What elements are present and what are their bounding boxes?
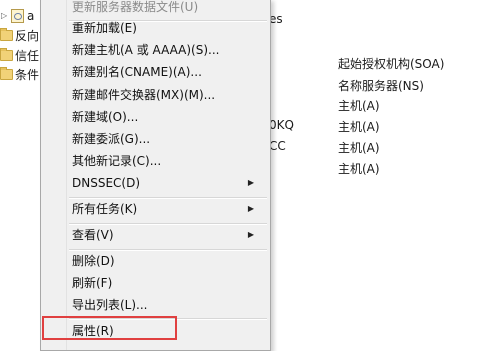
menu-item-reload[interactable]: 重新加载(E) xyxy=(72,17,262,39)
tree-item-label: a xyxy=(27,9,35,23)
menu-item-label: 新建主机(A 或 AAAA)(S)... xyxy=(72,43,220,57)
menu-item-export-list[interactable]: 导出列表(L)... xyxy=(72,294,262,316)
record-type: 主机(A) xyxy=(338,141,380,155)
record-type: 主机(A) xyxy=(338,120,380,134)
zone-icon xyxy=(11,9,24,23)
record-name-fragment: CC xyxy=(269,139,286,153)
record-name-fragment: 0KQ xyxy=(269,118,294,132)
tree-item-label: 反向 xyxy=(15,28,40,43)
menu-item-new-mail-exchanger[interactable]: 新建邮件交换器(MX)(M)... xyxy=(72,84,262,106)
menu-item-new-domain[interactable]: 新建域(O)... xyxy=(72,106,262,128)
menu-item-label: 其他新记录(C)... xyxy=(72,154,162,168)
folder-icon xyxy=(0,27,13,41)
record-type: 主机(A) xyxy=(338,162,380,176)
menu-item-other-new-records[interactable]: 其他新记录(C)... xyxy=(72,150,262,172)
tree-item-reverse-lookup[interactable]: 反向 xyxy=(0,25,39,45)
menu-item-label: 新建域(O)... xyxy=(72,110,139,124)
menu-item-delete[interactable]: 删除(D) xyxy=(72,250,262,272)
menu-item-label: 导出列表(L)... xyxy=(72,298,148,312)
menu-item-update-server-data-file[interactable]: 更新服务器数据文件(U) xyxy=(72,0,262,18)
properties-highlight-box xyxy=(42,316,177,340)
tree-item-zone[interactable]: ▷ a xyxy=(0,6,34,26)
menu-icon-gutter xyxy=(41,0,67,350)
console-tree: ▷ a 反向 信任 条件 xyxy=(0,0,40,347)
submenu-arrow-icon: ▶ xyxy=(247,230,254,239)
tree-item-label: 信任 xyxy=(15,48,40,63)
menu-item-label: 查看(V) xyxy=(72,228,114,242)
menu-item-label: DNSSEC(D) xyxy=(72,176,141,190)
column-header-fragment: es xyxy=(269,12,283,26)
menu-item-label: 新建别名(CNAME)(A)... xyxy=(72,65,202,79)
submenu-arrow-icon: ▶ xyxy=(247,204,254,213)
menu-item-dnssec[interactable]: DNSSEC(D) ▶ xyxy=(72,172,262,194)
context-menu: 更新服务器数据文件(U) 重新加载(E) 新建主机(A 或 AAAA)(S)..… xyxy=(40,0,271,351)
tree-item-trust-points[interactable]: 信任 xyxy=(0,45,39,65)
folder-icon xyxy=(0,47,13,61)
record-type: 主机(A) xyxy=(338,99,380,113)
menu-item-all-tasks[interactable]: 所有任务(K) ▶ xyxy=(72,198,262,220)
record-type: 名称服务器(NS) xyxy=(338,79,424,93)
menu-item-label: 新建委派(G)... xyxy=(72,132,151,146)
menu-item-new-alias[interactable]: 新建别名(CNAME)(A)... xyxy=(72,61,262,83)
submenu-arrow-icon: ▶ xyxy=(247,178,254,187)
tree-item-conditional-forwarders[interactable]: 条件 xyxy=(0,64,39,84)
tree-item-label: 条件 xyxy=(15,67,40,82)
menu-item-label: 刷新(F) xyxy=(72,276,113,290)
menu-item-new-host[interactable]: 新建主机(A 或 AAAA)(S)... xyxy=(72,39,262,61)
expand-arrow-icon[interactable]: ▷ xyxy=(1,11,9,21)
menu-item-label: 重新加载(E) xyxy=(72,21,137,35)
menu-item-label: 新建邮件交换器(MX)(M)... xyxy=(72,88,216,102)
menu-item-label: 所有任务(K) xyxy=(72,202,138,216)
menu-item-refresh[interactable]: 刷新(F) xyxy=(72,272,262,294)
menu-item-label: 删除(D) xyxy=(72,254,115,268)
folder-icon xyxy=(0,66,13,80)
record-type: 起始授权机构(SOA) xyxy=(338,57,445,71)
menu-item-view[interactable]: 查看(V) ▶ xyxy=(72,224,262,246)
menu-item-label: 更新服务器数据文件(U) xyxy=(72,0,199,14)
menu-item-new-delegation[interactable]: 新建委派(G)... xyxy=(72,128,262,150)
